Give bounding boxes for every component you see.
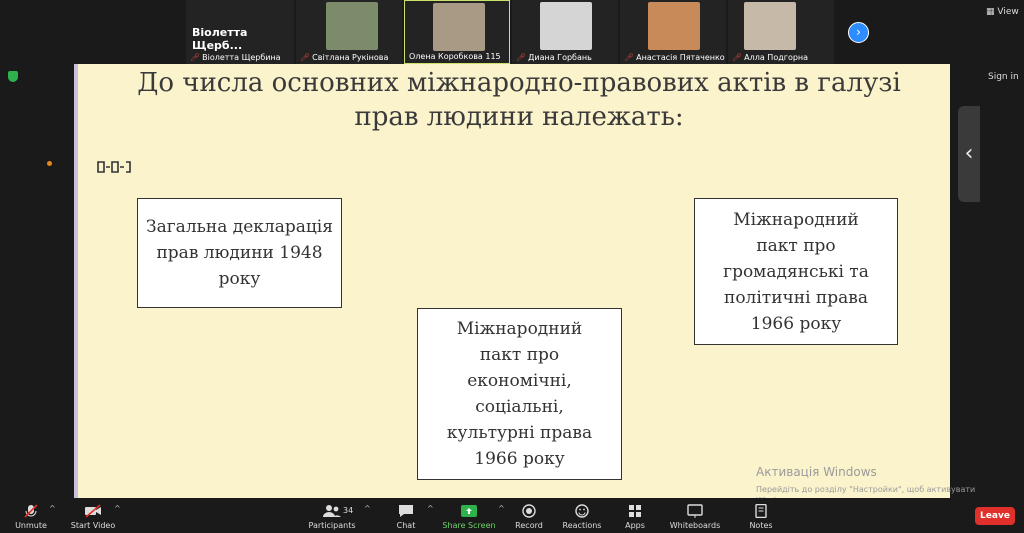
reactions-icon [575, 504, 589, 518]
participant-tile-1[interactable]: Віолетта Щерб... 🎤︎ Віолетта Щербина [186, 0, 294, 64]
participant-name: Алла Подгорна [744, 53, 809, 62]
participant-tile-4[interactable]: 🎤︎ Диана Горбань [512, 0, 618, 64]
chat-icon [399, 505, 413, 517]
participants-icon [323, 505, 341, 517]
participant-name: Світлана Рукінова [312, 53, 389, 62]
security-shield-icon[interactable] [8, 71, 18, 82]
participant-tile-6[interactable]: 🎤︎ Алла Подгорна [728, 0, 834, 64]
video-options-caret[interactable]: ^ [114, 504, 121, 513]
participant-name: Диана Горбань [528, 53, 592, 62]
decorative-bracket-icon [97, 161, 131, 173]
start-video-button[interactable]: Start Video [70, 498, 116, 533]
participant-tile-3[interactable]: Олена Коробкова 115 [404, 0, 510, 64]
participant-video [433, 3, 485, 51]
share-screen-icon [461, 505, 477, 517]
chat-options-caret[interactable]: ^ [427, 504, 434, 513]
chat-button[interactable]: Chat [392, 498, 420, 533]
whiteboards-button[interactable]: Whiteboards [668, 498, 722, 533]
muted-mic-icon: 🎤︎ [516, 53, 527, 62]
notes-icon [755, 504, 767, 518]
whiteboard-icon [687, 504, 703, 518]
shared-slide: До числа основних міжнародно-правових ак… [74, 64, 950, 498]
notes-button[interactable]: Notes [746, 498, 776, 533]
slide-title: До числа основних міжнародно-правових ак… [137, 68, 901, 132]
leave-button[interactable]: Leave [975, 507, 1015, 525]
share-screen-button[interactable]: Share Screen [442, 498, 496, 533]
participant-video [326, 2, 378, 50]
muted-mic-icon: 🎤︎ [624, 53, 635, 62]
participant-tile-2[interactable]: 🎤︎ Світлана Рукінова [296, 0, 402, 64]
civil-covenant-box: Міжнародний пакт про громадянські та пол… [694, 198, 898, 345]
muted-mic-icon: 🎤︎ [300, 53, 311, 62]
participant-name: Віолетта Щербина [202, 53, 281, 62]
participant-big-name: Віолетта Щерб... [192, 26, 248, 52]
apps-button[interactable]: Apps [620, 498, 650, 533]
video-off-icon [85, 504, 101, 518]
unmute-button[interactable]: Unmute [10, 498, 52, 533]
windows-activation-title: Активація Windows [756, 465, 877, 479]
slide-left-edge [74, 64, 78, 498]
participant-video [540, 2, 592, 50]
chevron-right-icon: › [856, 25, 861, 39]
economic-covenant-box: Міжнародний пакт про економічні, соціаль… [417, 308, 622, 480]
apps-icon [629, 505, 641, 517]
muted-mic-icon [24, 504, 38, 518]
participant-video [648, 2, 700, 50]
recording-dot-icon [47, 161, 52, 166]
collapse-panel-handle[interactable]: ‹ [958, 106, 980, 202]
participants-button[interactable]: Participants [306, 498, 358, 533]
muted-mic-icon: 🎤︎ [190, 53, 201, 62]
participant-name: Олена Коробкова 115 [409, 52, 501, 61]
participants-count: 34 [343, 506, 354, 515]
sign-in-link[interactable]: Sign in [988, 72, 1019, 82]
participant-name: Анастасія Пятаченко ... [636, 53, 726, 62]
view-button[interactable]: ▦ View [986, 7, 1019, 17]
share-options-caret[interactable]: ^ [498, 504, 505, 513]
declaration-box: Загальна декларація прав людини 1948 рок… [137, 198, 342, 308]
record-icon [522, 504, 536, 518]
participants-options-caret[interactable]: ^ [364, 504, 371, 513]
gallery-next-button[interactable]: › [848, 22, 869, 43]
reactions-button[interactable]: Reactions [562, 498, 602, 533]
grid-icon: ▦ [986, 7, 995, 17]
audio-options-caret[interactable]: ^ [49, 504, 56, 513]
participant-video [744, 2, 796, 50]
participant-tile-5[interactable]: 🎤︎ Анастасія Пятаченко ... [620, 0, 726, 64]
chevron-left-icon: ‹ [964, 141, 974, 166]
record-button[interactable]: Record [512, 498, 546, 533]
muted-mic-icon: 🎤︎ [732, 53, 743, 62]
